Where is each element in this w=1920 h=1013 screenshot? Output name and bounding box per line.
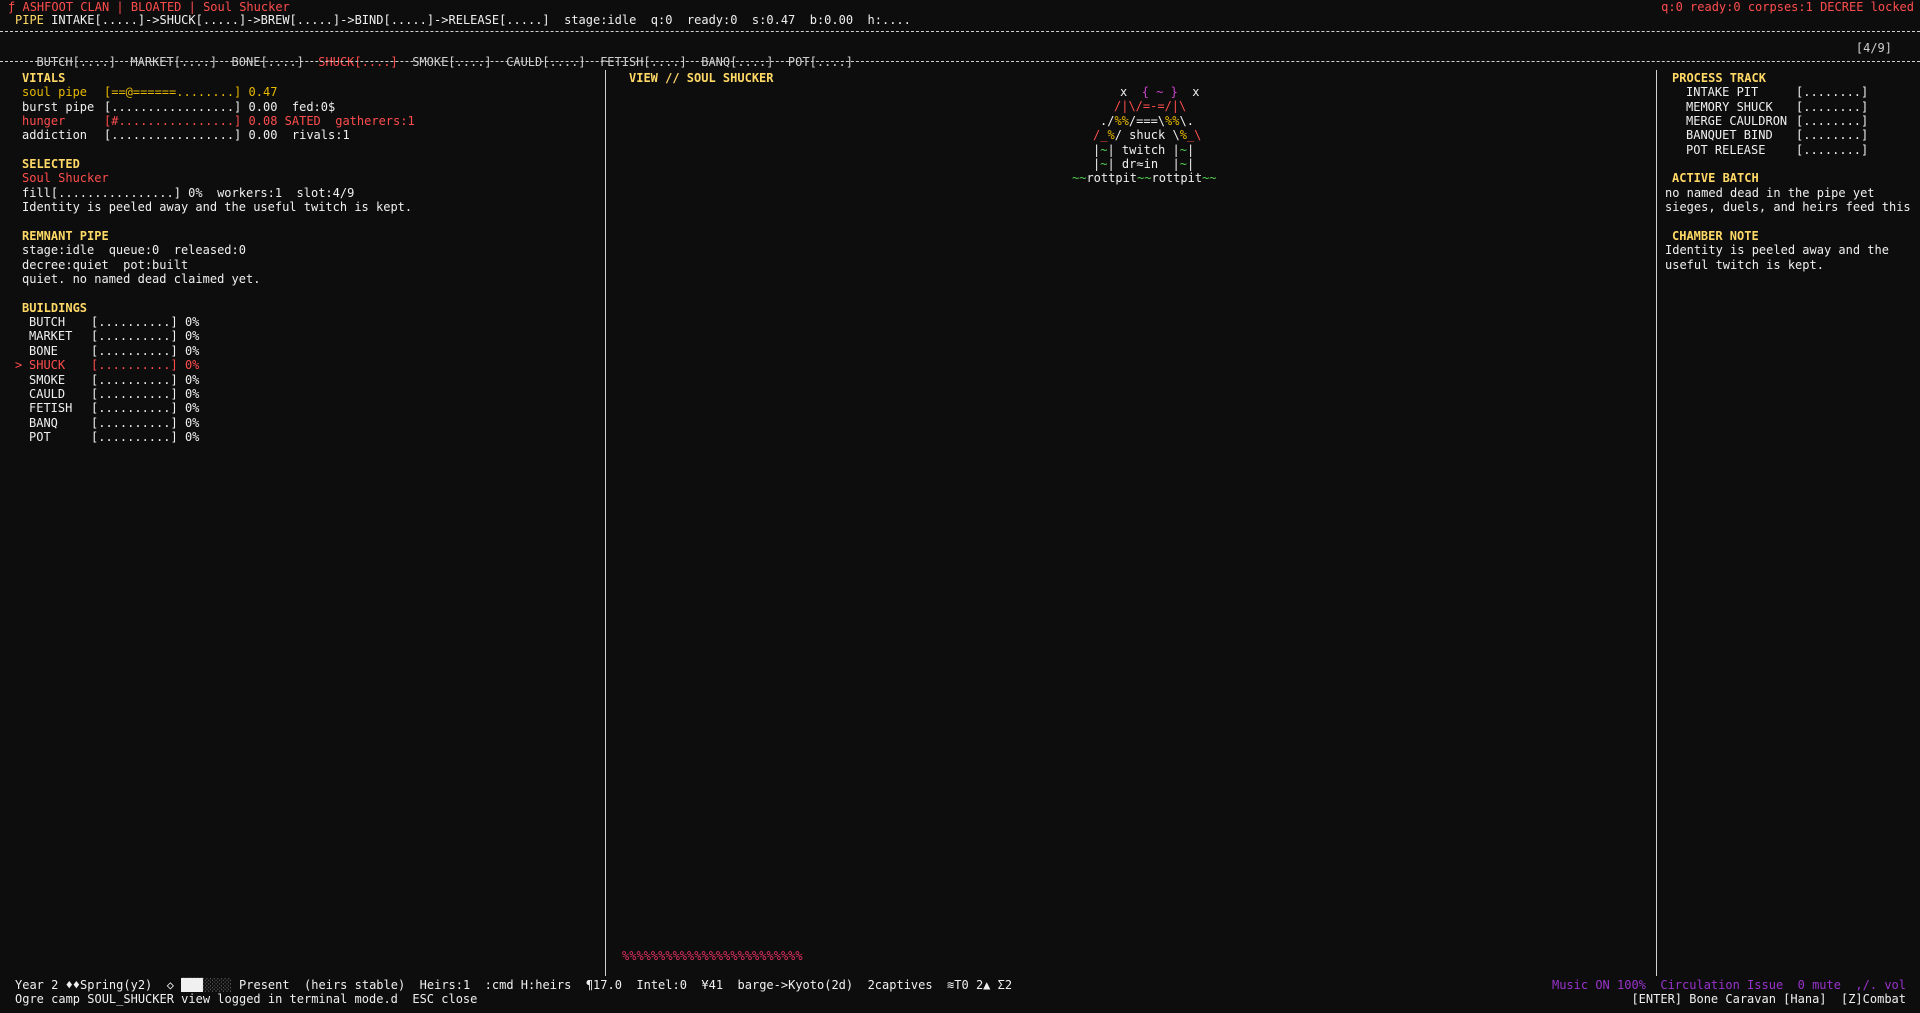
footer-music[interactable]: Music ON 100% Circulation Issue 0 mute ,… bbox=[1552, 978, 1906, 992]
gradient-bar: %%%%%%%%%%%%%%%%%%%%%%%%% bbox=[622, 949, 803, 963]
selected-desc: Identity is peeled away and the useful t… bbox=[22, 200, 413, 214]
chamber-line-1: Identity is peeled away and the bbox=[1665, 243, 1889, 257]
remnant-title: REMNANT PIPE bbox=[22, 229, 109, 243]
process-row-merge: MERGE CAULDRON [........] bbox=[1686, 114, 1869, 128]
batch-line-1: no named dead in the pipe yet bbox=[1665, 186, 1875, 200]
vitals-row-soul-pipe: soul pipe [==@======........] 0.47 bbox=[22, 85, 278, 99]
progress-empty-icon: ░░░░ bbox=[202, 978, 232, 992]
vitals-title: VITALS bbox=[22, 71, 66, 85]
footer-actions[interactable]: [ENTER] Bone Caravan [Hana] [Z]Combat bbox=[1631, 992, 1906, 1006]
footer-present: Present (heirs stable) Heirs:1 :cmd H:he… bbox=[239, 978, 1013, 992]
building-row-cauld[interactable]: CAULD [..........] 0% bbox=[15, 387, 199, 401]
footer-log: Ogre camp SOUL_SHUCKER view logged in te… bbox=[15, 992, 478, 1006]
chamber-line-2: useful twitch is kept. bbox=[1665, 258, 1824, 272]
process-row-intake: INTAKE PIT [........] bbox=[1686, 85, 1869, 99]
season-diamond-icon: ◇ bbox=[166, 978, 174, 992]
header-status: q:0 ready:0 corpses:1 DECREE locked bbox=[1661, 0, 1914, 14]
chamber-title: CHAMBER NOTE bbox=[1672, 229, 1759, 243]
batch-line-2: sieges, duels, and heirs feed this bbox=[1665, 200, 1911, 214]
tab-page-indicator: [4/9] bbox=[1855, 41, 1892, 55]
selection-marker: > bbox=[15, 358, 23, 372]
building-row-fetish[interactable]: FETISH [..........] 0% bbox=[15, 401, 199, 415]
process-row-banquet: BANQUET BIND [........] bbox=[1686, 128, 1869, 142]
buildings-title: BUILDINGS bbox=[22, 301, 88, 315]
building-row-butch[interactable]: BUTCH [..........] 0% bbox=[15, 315, 199, 329]
process-row-pot: POT RELEASE [........] bbox=[1686, 143, 1869, 157]
building-tabs: BUTCH[....] MARKET[....] BONE[....] SHUC… bbox=[22, 41, 853, 70]
app-glyph-icon: ƒ bbox=[8, 0, 16, 14]
selected-fill: fill[................] 0% workers:1 slot… bbox=[22, 186, 355, 200]
remnant-line-2: decree:quiet pot:built bbox=[22, 258, 189, 272]
progress-fill-icon: ▓▓▓ bbox=[181, 978, 203, 992]
remnant-line-3: quiet. no named dead claimed yet. bbox=[22, 272, 261, 286]
building-row-bone[interactable]: BONE [..........] 0% bbox=[15, 344, 199, 358]
process-row-memory: MEMORY SHUCK [........] bbox=[1686, 100, 1869, 114]
remnant-line-1: stage:idle queue:0 released:0 bbox=[22, 243, 246, 257]
vitals-row-addiction: addiction [.................] 0.00 rivals… bbox=[22, 128, 350, 142]
selected-title: SELECTED bbox=[22, 157, 80, 171]
building-row-pot[interactable]: POT [..........] 0% bbox=[15, 430, 199, 444]
pipe-line: PIPE INTAKE[.....]->SHUCK[.....]->BREW[.… bbox=[15, 13, 911, 27]
building-row-market[interactable]: MARKET [..........] 0% bbox=[15, 329, 199, 343]
divider-tabs bbox=[0, 61, 1920, 63]
building-row-banq[interactable]: BANQ [..........] 0% bbox=[15, 416, 199, 430]
footer-year: Year 2 ♦♦Spring(y2) bbox=[15, 978, 153, 992]
batch-title: ACTIVE BATCH bbox=[1672, 171, 1759, 185]
view-title: VIEW // SOUL SHUCKER bbox=[629, 71, 774, 85]
vitals-row-hunger: hunger [#................] 0.08 SATED gat… bbox=[22, 114, 415, 128]
separator-right bbox=[1656, 70, 1658, 976]
selected-name: Soul Shucker bbox=[22, 171, 109, 185]
process-title: PROCESS TRACK bbox=[1672, 71, 1766, 85]
separator-left bbox=[605, 70, 607, 976]
building-row-smoke[interactable]: SMOKE [..........] 0% bbox=[15, 373, 199, 387]
footer-status: Year 2 ♦♦Spring(y2) ◇ ▓▓▓░░░░ Present (h… bbox=[15, 978, 1012, 992]
divider-top bbox=[0, 31, 1920, 33]
vitals-row-burst-pipe: burst pipe [.................] 0.00 fed:0… bbox=[22, 100, 336, 114]
building-row-shuck[interactable]: > SHUCK [..........] 0% bbox=[15, 358, 199, 372]
